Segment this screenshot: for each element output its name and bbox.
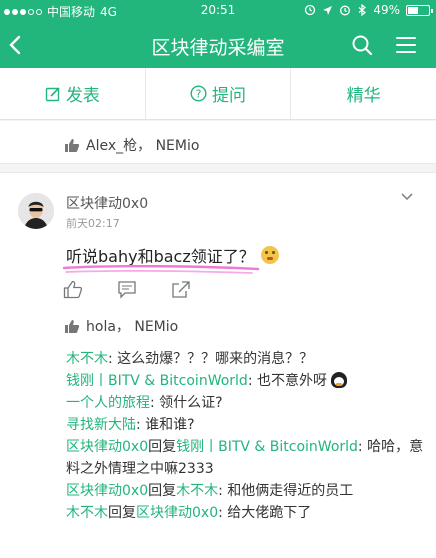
qq-penguin-icon xyxy=(330,372,347,388)
comment-list: 木不木: 这么劲爆？？？哪来的消息？？ 钱刚丨BITV & BitcoinWor… xyxy=(66,348,426,524)
action-tabs: 发表 ? 提问 精华 xyxy=(0,68,436,120)
reply-target-name[interactable]: 区块律动0x0 xyxy=(136,505,218,521)
comment-icon xyxy=(118,280,136,299)
question-icon: ? xyxy=(190,85,207,102)
avatar-photo-icon xyxy=(18,193,54,229)
comment-item[interactable]: 钱刚丨BITV & BitcoinWorld: 也不意外呀 xyxy=(66,370,426,392)
chevron-down-icon xyxy=(401,193,413,201)
comment-text: : 领什么证? xyxy=(150,395,223,411)
avatar[interactable] xyxy=(18,193,54,229)
reply-target-name[interactable]: 钱刚丨BITV & BitcoinWorld xyxy=(176,439,358,455)
comment-item[interactable]: 木不木回复区块律动0x0: 给大佬跪下了 xyxy=(66,502,426,524)
search-icon xyxy=(352,35,373,56)
comment-item[interactable]: 区块律动0x0回复钱刚丨BITV & BitcoinWorld: 哈哈，意料之外… xyxy=(66,436,426,480)
comment-text: : 也不意外呀 xyxy=(247,373,327,389)
tab-post-label: 发表 xyxy=(65,86,100,106)
highlight-underline xyxy=(62,264,260,274)
reply-word: 回复 xyxy=(148,439,177,455)
location-arrow-icon xyxy=(323,5,333,15)
post-time: 前天02:17 xyxy=(66,217,120,230)
battery-percent: 49% xyxy=(373,3,400,17)
post-actions xyxy=(62,278,222,300)
thumbs-up-outline-icon xyxy=(63,280,83,298)
comment-item[interactable]: 区块律动0x0回复木不木: 和他俩走得近的员工 xyxy=(66,480,426,502)
thumbs-up-icon xyxy=(65,138,80,152)
comment-button[interactable] xyxy=(116,278,138,300)
search-button[interactable] xyxy=(344,22,380,68)
comment-item[interactable]: 寻找新大陆: 谁和谁? xyxy=(66,414,426,436)
comment-text: : 和他俩走得近的员工 xyxy=(218,483,354,499)
tab-featured-label: 精华 xyxy=(346,86,381,106)
commenter-name[interactable]: 区块律动0x0 xyxy=(66,483,148,499)
alarm-clock-icon xyxy=(340,5,351,16)
commenter-name[interactable]: 木不木 xyxy=(66,505,108,521)
tab-post[interactable]: 发表 xyxy=(0,68,146,119)
commenter-name[interactable]: 区块律动0x0 xyxy=(66,439,148,455)
comment-item[interactable]: 木不木: 这么劲爆？？？哪来的消息？？ xyxy=(66,348,426,370)
svg-text:?: ? xyxy=(196,88,202,101)
tab-ask[interactable]: ? 提问 xyxy=(146,68,292,119)
comment-text: : 给大佬跪下了 xyxy=(218,505,312,521)
comment-text: : 谁和谁? xyxy=(136,417,195,433)
likes-names: Alex_枪， NEMio xyxy=(86,138,200,154)
post-options-button[interactable] xyxy=(396,188,418,204)
surprised-emoji-icon xyxy=(260,246,279,264)
comment-item[interactable]: 一个人的旅程: 领什么证? xyxy=(66,392,426,414)
tab-featured[interactable]: 精华 xyxy=(291,68,436,119)
reply-target-name[interactable]: 木不木 xyxy=(176,483,218,499)
commenter-name[interactable]: 一个人的旅程 xyxy=(66,395,150,411)
divider xyxy=(0,163,436,173)
commenter-name[interactable]: 钱刚丨BITV & BitcoinWorld xyxy=(66,373,248,389)
tab-ask-label: 提问 xyxy=(212,86,246,106)
bluetooth-icon xyxy=(358,4,367,16)
alarm-icon xyxy=(305,4,316,16)
likes-names: hola， NEMio xyxy=(86,319,179,335)
reply-word: 回复 xyxy=(148,483,177,499)
commenter-name[interactable]: 寻找新大陆 xyxy=(66,417,136,433)
thumbs-up-icon xyxy=(65,319,80,333)
status-bar: 中国移动 4G 20:51 49% xyxy=(0,0,436,22)
battery-icon xyxy=(406,4,433,16)
comment-text: : 这么劲爆？？？哪来的消息？？ xyxy=(108,351,314,367)
menu-icon xyxy=(396,37,416,53)
menu-button[interactable] xyxy=(388,22,424,68)
like-button[interactable] xyxy=(62,278,84,300)
post-likes: hola， NEMio xyxy=(64,316,178,336)
share-button[interactable] xyxy=(170,278,192,300)
reply-word: 回复 xyxy=(108,505,136,521)
previous-post-likes: Alex_枪， NEMio xyxy=(64,135,199,155)
post-author[interactable]: 区块律动0x0 xyxy=(66,193,148,213)
share-icon xyxy=(172,280,190,298)
nav-bar: 区块律动采编室 xyxy=(0,22,436,68)
commenter-name[interactable]: 木不木 xyxy=(66,351,108,367)
edit-icon xyxy=(45,86,60,101)
